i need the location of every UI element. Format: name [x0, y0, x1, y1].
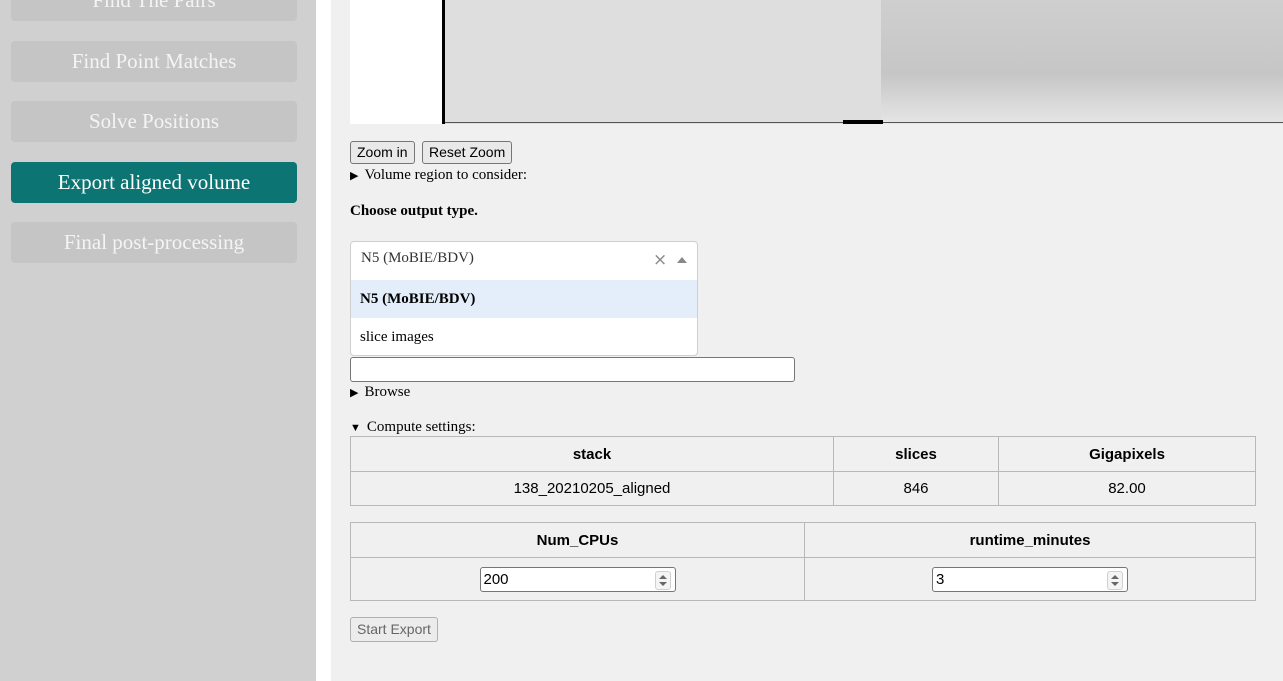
output-type-select[interactable]: N5 (MoBIE/BDV) × N5 (MoBIE/BDV) slice im… — [350, 241, 698, 356]
start-export-button[interactable]: Start Export — [350, 617, 438, 642]
clear-icon[interactable]: × — [653, 250, 667, 270]
zoom-in-button[interactable]: Zoom in — [350, 141, 415, 164]
disclosure-open-icon: ▼ — [350, 422, 361, 434]
output-type-title: Choose output type. — [350, 203, 478, 219]
num-cpus-input[interactable]: 200 — [479, 566, 676, 592]
disclosure-closed-icon: ▶ — [350, 170, 359, 182]
num-cpus-value: 200 — [483, 570, 509, 588]
browse-label: Browse — [364, 384, 411, 400]
header-num-cpus: Num_CPUs — [350, 522, 805, 558]
cell-gigapixels: 82.00 — [998, 471, 1256, 506]
em-slice-image — [442, 0, 1283, 124]
browse-toggle[interactable]: ▶ Browse — [350, 384, 410, 401]
select-value: N5 (MoBIE/BDV) — [361, 250, 474, 266]
volume-region-toggle[interactable]: ▶ Volume region to consider: — [350, 167, 527, 184]
sidebar-item-final-post-processing[interactable]: Final post-processing — [11, 222, 297, 263]
table-row: 138_20210205_aligned 846 82.00 — [350, 471, 1256, 506]
header-slices: slices — [833, 436, 999, 472]
compute-table: Num_CPUs runtime_minutes 200 3 — [350, 522, 1256, 601]
sidebar-divider — [316, 0, 331, 681]
cell-stack: 138_20210205_aligned — [350, 471, 834, 506]
sidebar-item-export-aligned-volume[interactable]: Export aligned volume — [11, 162, 297, 203]
compute-settings-toggle[interactable]: ▼ Compute settings: — [350, 419, 476, 436]
option-n5[interactable]: N5 (MoBIE/BDV) — [351, 280, 697, 318]
select-control[interactable]: N5 (MoBIE/BDV) × — [351, 242, 697, 281]
header-gigapixels: Gigapixels — [998, 436, 1256, 472]
sidebar-item-find-the-pairs[interactable]: Find The Pairs — [11, 0, 297, 21]
cell-runtime-minutes: 3 — [804, 557, 1256, 601]
cell-num-cpus: 200 — [350, 557, 805, 601]
main-panel: Zoom in Reset Zoom ▶ Volume region to con… — [331, 0, 1283, 681]
disclosure-closed-icon: ▶ — [350, 387, 359, 399]
image-viewer[interactable] — [350, 0, 1283, 124]
sidebar-item-solve-positions[interactable]: Solve Positions — [11, 101, 297, 142]
chevron-up-icon[interactable] — [677, 257, 687, 263]
output-path-input[interactable] — [350, 357, 795, 382]
header-runtime-minutes: runtime_minutes — [804, 522, 1256, 558]
table-row: 200 3 — [350, 557, 1256, 601]
stepper-icon[interactable] — [1107, 570, 1123, 590]
runtime-minutes-value: 3 — [936, 570, 945, 588]
reset-zoom-button[interactable]: Reset Zoom — [422, 141, 513, 164]
scale-bar — [843, 120, 883, 124]
sidebar: Find The Pairs Find Point Matches Solve … — [0, 0, 316, 681]
option-slice-images[interactable]: slice images — [351, 318, 697, 356]
stack-table: stack slices Gigapixels 138_20210205_ali… — [350, 436, 1256, 506]
header-stack: stack — [350, 436, 834, 472]
runtime-minutes-input[interactable]: 3 — [932, 566, 1128, 592]
volume-region-label: Volume region to consider: — [364, 167, 528, 183]
sidebar-item-find-point-matches[interactable]: Find Point Matches — [11, 41, 297, 82]
tissue-region — [881, 0, 1283, 124]
cell-slices: 846 — [833, 471, 999, 506]
stepper-icon[interactable] — [654, 570, 671, 590]
compute-settings-label: Compute settings: — [366, 419, 476, 435]
